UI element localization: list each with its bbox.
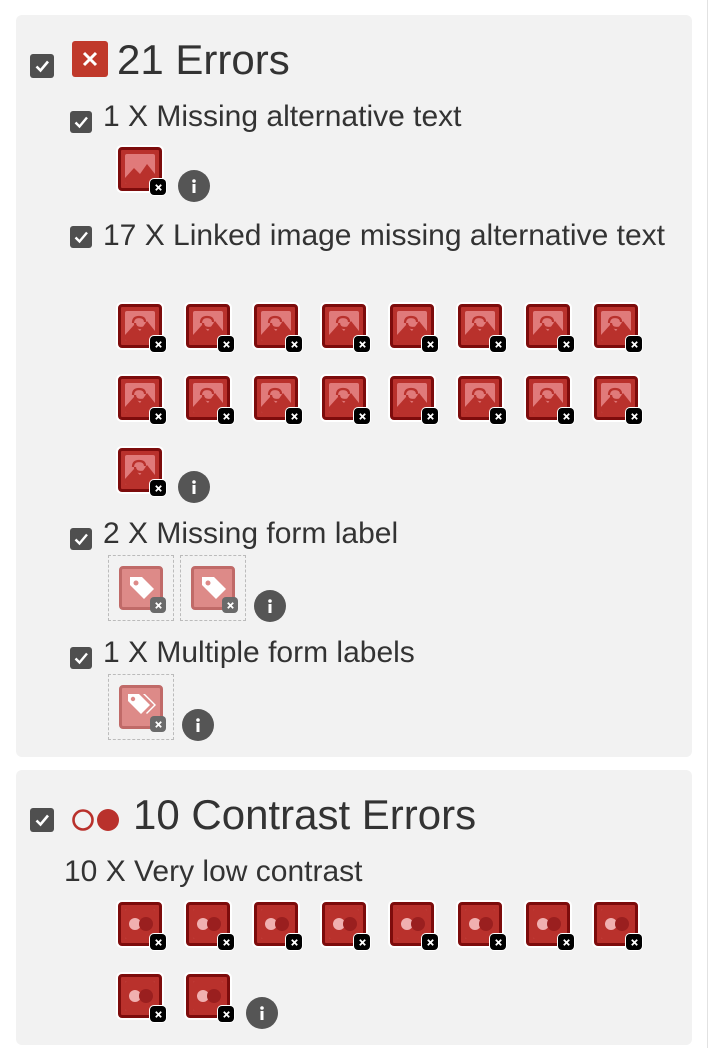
- missing-alt-icons: [118, 147, 166, 219]
- linked-image-missing-alt-icon[interactable]: [254, 304, 302, 352]
- contrast-panel: 10 Contrast Errors 10 X Very low contras…: [16, 770, 692, 1045]
- very-low-contrast-icon[interactable]: [526, 902, 574, 950]
- contrast-title: 10 Contrast Errors: [133, 791, 477, 838]
- linked-image-missing-alt-icon[interactable]: [254, 376, 302, 424]
- very-low-contrast-label: 10 X Very low contrast: [64, 855, 363, 888]
- multiple-form-labels-label: 1 X Multiple form labels: [103, 636, 415, 669]
- very-low-contrast-icons: [118, 902, 678, 1046]
- very-low-contrast-icon[interactable]: [118, 902, 166, 950]
- linked-image-missing-alt-icon[interactable]: [186, 304, 234, 352]
- linked-image-missing-alt-icon[interactable]: [118, 448, 166, 496]
- missing-alt-label: 1 X Missing alternative text: [103, 100, 462, 133]
- very-low-contrast-icon[interactable]: [458, 902, 506, 950]
- missing-form-label-info-icon[interactable]: [254, 590, 286, 622]
- errors-checkbox[interactable]: [30, 54, 54, 78]
- linked-image-info-icon[interactable]: [178, 471, 210, 503]
- very-low-contrast-icon[interactable]: [390, 902, 438, 950]
- linked-image-missing-alt-icon[interactable]: [458, 376, 506, 424]
- linked-image-missing-alt-icon[interactable]: [118, 304, 166, 352]
- linked-image-missing-alt-icon[interactable]: [322, 304, 370, 352]
- very-low-contrast-info-icon[interactable]: [246, 997, 278, 1029]
- contrast-checkbox[interactable]: [30, 808, 54, 832]
- error-x-icon: [72, 41, 108, 77]
- multiple-form-labels-icons: [108, 674, 180, 740]
- linked-image-missing-alt-icon[interactable]: [594, 376, 642, 424]
- missing-form-label-checkbox[interactable]: [70, 528, 92, 550]
- tags-multiple-labels-icon[interactable]: [108, 674, 174, 740]
- contrast-dots-icon: [70, 806, 126, 839]
- linked-image-missing-alt-icon[interactable]: [526, 304, 574, 352]
- linked-image-missing-alt-icon[interactable]: [390, 304, 438, 352]
- very-low-contrast-icon[interactable]: [186, 974, 234, 1022]
- missing-form-label-icons: [108, 555, 252, 621]
- missing-alt-info-icon[interactable]: [178, 170, 210, 202]
- very-low-contrast-icon[interactable]: [118, 974, 166, 1022]
- linked-image-missing-alt-icon[interactable]: [390, 376, 438, 424]
- linked-image-label: 17 X Linked image missing alternative te…: [103, 219, 665, 252]
- very-low-contrast-icon[interactable]: [186, 902, 234, 950]
- linked-image-missing-alt-icon[interactable]: [186, 376, 234, 424]
- linked-image-missing-alt-icon[interactable]: [526, 376, 574, 424]
- linked-image-missing-alt-icon[interactable]: [118, 376, 166, 424]
- multiple-form-labels-info-icon[interactable]: [182, 709, 214, 741]
- missing-alt-checkbox[interactable]: [70, 111, 92, 133]
- linked-image-missing-alt-icon[interactable]: [594, 304, 642, 352]
- missing-form-label-label: 2 X Missing form label: [103, 517, 399, 550]
- very-low-contrast-icon[interactable]: [594, 902, 642, 950]
- linked-image-missing-alt-icon[interactable]: [322, 376, 370, 424]
- very-low-contrast-icon[interactable]: [254, 902, 302, 950]
- errors-title: 21 Errors: [117, 36, 290, 83]
- tag-missing-label-icon[interactable]: [180, 555, 246, 621]
- very-low-contrast-icon[interactable]: [322, 902, 370, 950]
- linked-image-missing-alt-icon[interactable]: [458, 304, 506, 352]
- multiple-form-labels-checkbox[interactable]: [70, 647, 92, 669]
- tag-missing-label-icon[interactable]: [108, 555, 174, 621]
- panel-border: [707, 0, 708, 1048]
- image-missing-alt-icon[interactable]: [118, 147, 166, 195]
- errors-panel: 21 Errors 1 X Missing alternative text 1…: [16, 15, 692, 757]
